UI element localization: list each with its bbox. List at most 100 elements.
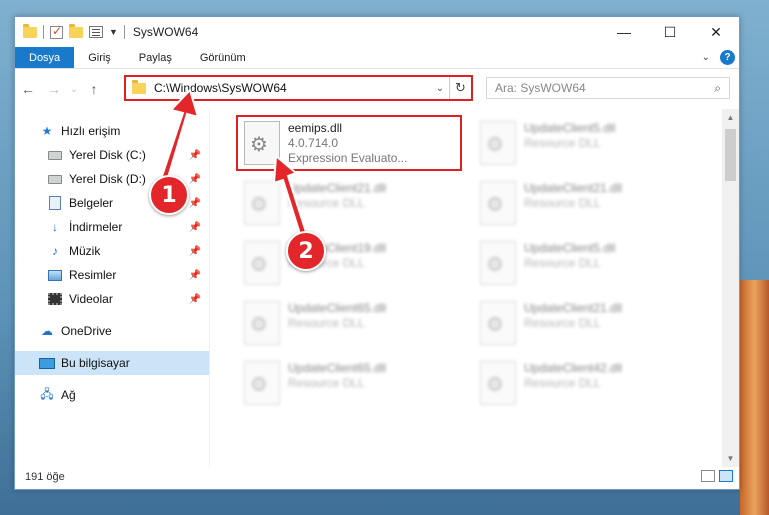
customize-toolbar-dropdown-icon[interactable]: ▼ — [109, 27, 118, 37]
nav-label: Yerel Disk (C:) — [69, 148, 146, 162]
pin-icon[interactable]: 📌 — [189, 294, 201, 305]
up-arrow-icon[interactable]: ↑ — [81, 81, 107, 97]
tiles-view-icon[interactable] — [719, 470, 733, 482]
view-toggle — [701, 470, 733, 482]
pin-icon[interactable]: 📌 — [189, 198, 201, 209]
file-item[interactable]: UpdateClient42.dllResource DLL — [472, 355, 698, 411]
file-type: Resource DLL — [524, 136, 601, 150]
download-icon: ↓ — [52, 220, 58, 234]
star-icon: ★ — [41, 124, 53, 138]
file-type: Resource DLL — [524, 256, 601, 270]
network-icon: 🖧 — [40, 386, 54, 401]
nav-label: İndirmeler — [69, 220, 123, 234]
address-bar[interactable]: C:\Windows\SysWOW64 ⌄ ↻ — [124, 75, 473, 101]
nav-label: Yerel Disk (D:) — [69, 172, 146, 186]
minimize-button[interactable]: — — [601, 17, 647, 47]
forward-arrow-icon[interactable]: → — [41, 81, 67, 97]
disk-icon — [48, 150, 62, 160]
status-bar: 191 öğe — [15, 465, 739, 489]
nav-label: Müzik — [69, 244, 101, 258]
nav-downloads[interactable]: ↓ İndirmeler 📌 — [15, 215, 209, 239]
documents-icon — [49, 196, 61, 210]
file-item[interactable]: UpdateClient21.dllResource DLL — [472, 175, 698, 231]
file-name: UpdateClient42.dll — [524, 361, 623, 375]
file-item[interactable]: UpdateClient65.dllResource DLL — [236, 355, 462, 411]
scroll-thumb[interactable] — [725, 129, 736, 181]
nav-label: Belgeler — [69, 196, 114, 210]
file-item[interactable]: UpdateClient21.dllResource DLL — [236, 175, 462, 231]
address-history-dropdown-icon[interactable]: ⌄ — [431, 83, 449, 94]
address-path[interactable]: C:\Windows\SysWOW64 — [154, 81, 431, 95]
pin-icon[interactable]: 📌 — [189, 174, 201, 185]
video-icon — [48, 293, 62, 305]
properties-icon[interactable] — [89, 26, 103, 38]
close-button[interactable]: ✕ — [693, 17, 739, 47]
dll-file-icon — [480, 361, 516, 405]
search-icon[interactable]: ⌕ — [714, 81, 721, 96]
step-badge-1: 1 — [149, 175, 189, 215]
file-type: Resource DLL — [288, 196, 365, 210]
file-name: UpdateClient21.dll — [524, 181, 623, 195]
file-name: UpdateClient21.dll — [524, 301, 623, 315]
dll-file-icon — [480, 121, 516, 165]
tab-gorunum[interactable]: Görünüm — [186, 47, 260, 68]
file-type: Resource DLL — [288, 376, 365, 390]
disk-icon — [48, 174, 62, 184]
properties-check-icon[interactable] — [50, 24, 63, 39]
recent-locations-chevron-icon[interactable]: ⌄ — [67, 84, 81, 95]
expand-ribbon-chevron-icon[interactable]: ⌄ — [702, 52, 710, 63]
file-name: UpdateClient65.dll — [288, 361, 387, 375]
help-icon[interactable]: ? — [720, 50, 735, 65]
tab-giris[interactable]: Giriş — [74, 47, 125, 68]
dll-file-icon — [244, 241, 280, 285]
file-item[interactable]: UpdateClient5.dllResource DLL — [472, 115, 698, 171]
folder-icon — [132, 79, 146, 94]
ribbon-right-controls: ⌄ ? — [702, 50, 735, 65]
nav-label: Resimler — [69, 268, 117, 282]
pictures-icon — [48, 269, 62, 281]
file-name: UpdateClient5.dll — [524, 121, 616, 135]
dll-file-icon — [244, 361, 280, 405]
file-item[interactable]: UpdateClient19.dllResource DLL — [236, 235, 462, 291]
new-folder-icon[interactable] — [69, 23, 83, 38]
pin-icon[interactable]: 📌 — [189, 222, 201, 233]
tab-paylas[interactable]: Paylaş — [125, 47, 186, 68]
search-placeholder: Ara: SysWOW64 — [495, 81, 586, 95]
nav-music[interactable]: ♪ Müzik 📌 — [15, 239, 209, 263]
file-name: UpdateClient21.dll — [288, 181, 387, 195]
nav-this-pc[interactable]: Bu bilgisayar — [15, 351, 209, 375]
nav-local-disk-c[interactable]: Yerel Disk (C:) 📌 — [15, 143, 209, 167]
nav-label: OneDrive — [61, 324, 112, 338]
refresh-icon[interactable]: ↻ — [449, 77, 471, 99]
nav-onedrive[interactable]: ☁ OneDrive — [15, 319, 209, 343]
toolbar-separator — [43, 25, 44, 39]
nav-label: Hızlı erişim — [61, 124, 121, 138]
maximize-button[interactable]: ☐ — [647, 17, 693, 47]
title-bar: ▼ SysWOW64 — ☐ ✕ — [15, 17, 739, 47]
nav-quick-access[interactable]: ★ Hızlı erişim — [15, 119, 209, 143]
scroll-up-arrow-icon[interactable]: ▲ — [722, 109, 739, 126]
pin-icon[interactable]: 📌 — [189, 150, 201, 161]
pin-icon[interactable]: 📌 — [189, 246, 201, 257]
vertical-scrollbar[interactable]: ▲ ▼ — [722, 109, 739, 467]
computer-icon — [39, 357, 55, 369]
step-badge-2: 2 — [286, 231, 326, 271]
nav-network[interactable]: 🖧 Ağ — [15, 383, 209, 407]
back-arrow-icon[interactable]: ← — [15, 81, 41, 97]
dll-file-icon — [244, 301, 280, 345]
search-input[interactable]: Ara: SysWOW64 ⌕ — [486, 77, 730, 99]
file-item[interactable]: UpdateClient21.dllResource DLL — [472, 295, 698, 351]
nav-label: Bu bilgisayar — [61, 356, 130, 370]
details-view-icon[interactable] — [701, 470, 715, 482]
desktop-background — [740, 280, 769, 515]
quick-access-toolbar: ▼ — [15, 23, 125, 39]
dll-file-icon — [480, 241, 516, 285]
item-count: 191 öğe — [25, 471, 65, 483]
nav-videos[interactable]: Videolar 📌 — [15, 287, 209, 311]
tab-dosya[interactable]: Dosya — [15, 47, 75, 68]
nav-pictures[interactable]: Resimler 📌 — [15, 263, 209, 287]
pin-icon[interactable]: 📌 — [189, 270, 201, 281]
file-item[interactable]: UpdateClient65.dllResource DLL — [236, 295, 462, 351]
navigation-pane: ★ Hızlı erişim Yerel Disk (C:) 📌 Yerel D… — [15, 109, 209, 467]
file-item[interactable]: UpdateClient5.dllResource DLL — [472, 235, 698, 291]
